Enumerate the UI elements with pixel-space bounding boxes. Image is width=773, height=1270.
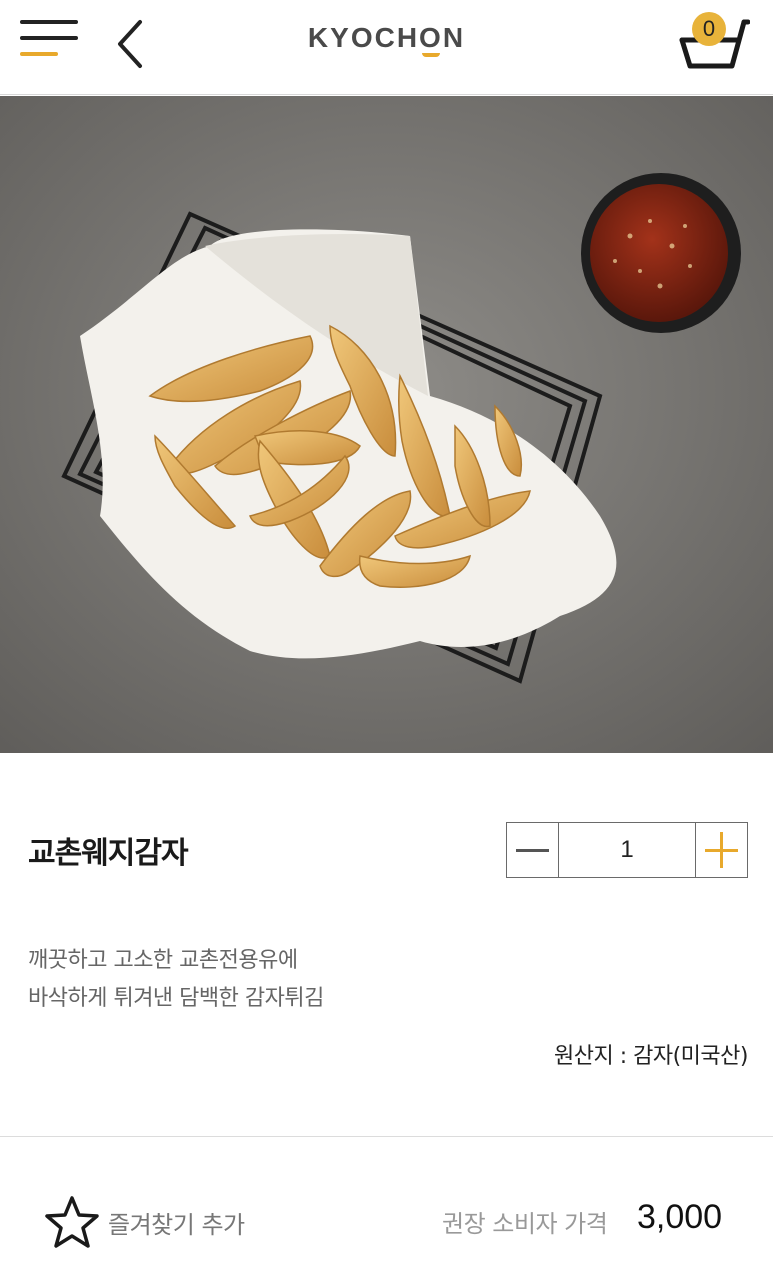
product-name: 교촌웨지감자 — [28, 836, 189, 871]
quantity-increase-button[interactable] — [695, 823, 747, 877]
price-label: 권장 소비자 가격 — [442, 1210, 608, 1238]
favorite-label: 즐겨찾기 추가 — [108, 1210, 245, 1239]
top-header: KYOCHON 0 — [0, 0, 773, 95]
quantity-value[interactable]: 1 — [559, 823, 695, 877]
origin-info: 원산지 : 감자(미국산) — [554, 1044, 749, 1069]
quantity-decrease-button[interactable] — [507, 823, 559, 877]
star-icon — [45, 1196, 99, 1248]
product-description: 깨끗하고 고소한 교촌전용유에 바삭하게 튀겨낸 담백한 감자튀김 — [28, 942, 628, 1018]
price-value: 3,000 — [637, 1198, 723, 1236]
product-detail-page: KYOCHON 0 교촌웨지감자 1 깨끗하고 고소한 교촌전용유에 바삭하게 … — [0, 0, 773, 1270]
cart-count-badge: 0 — [692, 12, 726, 46]
section-divider — [0, 1136, 773, 1137]
kyochon-logo[interactable]: KYOCHON — [0, 22, 773, 57]
description-line: 깨끗하고 고소한 교촌전용유에 — [28, 948, 298, 973]
quantity-stepper: 1 — [506, 822, 748, 878]
description-line: 바삭하게 튀겨낸 담백한 감자튀김 — [28, 986, 324, 1011]
cart-basket-icon[interactable]: 0 — [676, 10, 750, 74]
add-favorite-button[interactable]: 즐겨찾기 추가 — [44, 1194, 245, 1250]
product-photo — [0, 96, 773, 753]
